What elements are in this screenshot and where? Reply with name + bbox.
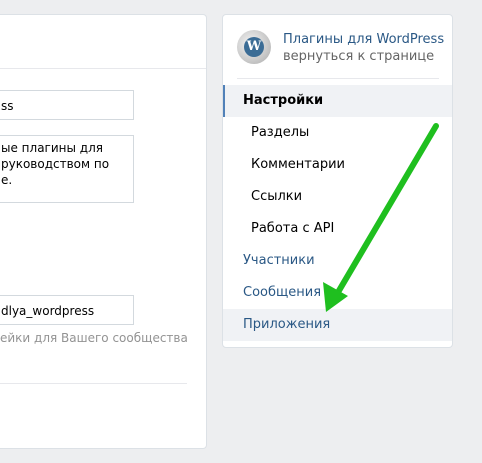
community-settings-sidebar: W Плагины для WordPress вернуться к стра… <box>222 14 453 348</box>
settings-menu: Настройки Разделы Комментарии Ссылки Раб… <box>223 85 452 341</box>
menu-item-messages[interactable]: Сообщения <box>223 277 452 309</box>
header-divider <box>237 78 439 79</box>
avatar[interactable]: W <box>237 30 271 64</box>
menu-item-api[interactable]: Работа с API <box>223 213 452 245</box>
menu-item-sections[interactable]: Разделы <box>223 117 452 149</box>
address-field[interactable]: dlya_wordpress <box>0 295 134 325</box>
menu-item-settings[interactable]: Настройки <box>223 85 452 117</box>
section-divider <box>0 383 187 384</box>
group-name-link[interactable]: Плагины для WordPress <box>283 32 444 47</box>
main-panel-header <box>0 15 206 69</box>
menu-item-apps[interactable]: Приложения <box>223 309 452 341</box>
address-hint: ейки для Вашего сообщества <box>0 331 188 345</box>
menu-item-members[interactable]: Участники <box>223 245 452 277</box>
description-field[interactable]: ые плагины для руководством по е. <box>0 135 134 203</box>
menu-item-links[interactable]: Ссылки <box>223 181 452 213</box>
name-field[interactable]: ss <box>0 90 134 120</box>
wordpress-logo-icon: W <box>244 37 264 57</box>
group-header: W Плагины для WordPress вернуться к стра… <box>237 30 444 80</box>
back-to-page-link[interactable]: вернуться к странице <box>283 49 434 64</box>
menu-item-comments[interactable]: Комментарии <box>223 149 452 181</box>
main-settings-panel: ss ые плагины для руководством по е. dly… <box>0 14 207 449</box>
